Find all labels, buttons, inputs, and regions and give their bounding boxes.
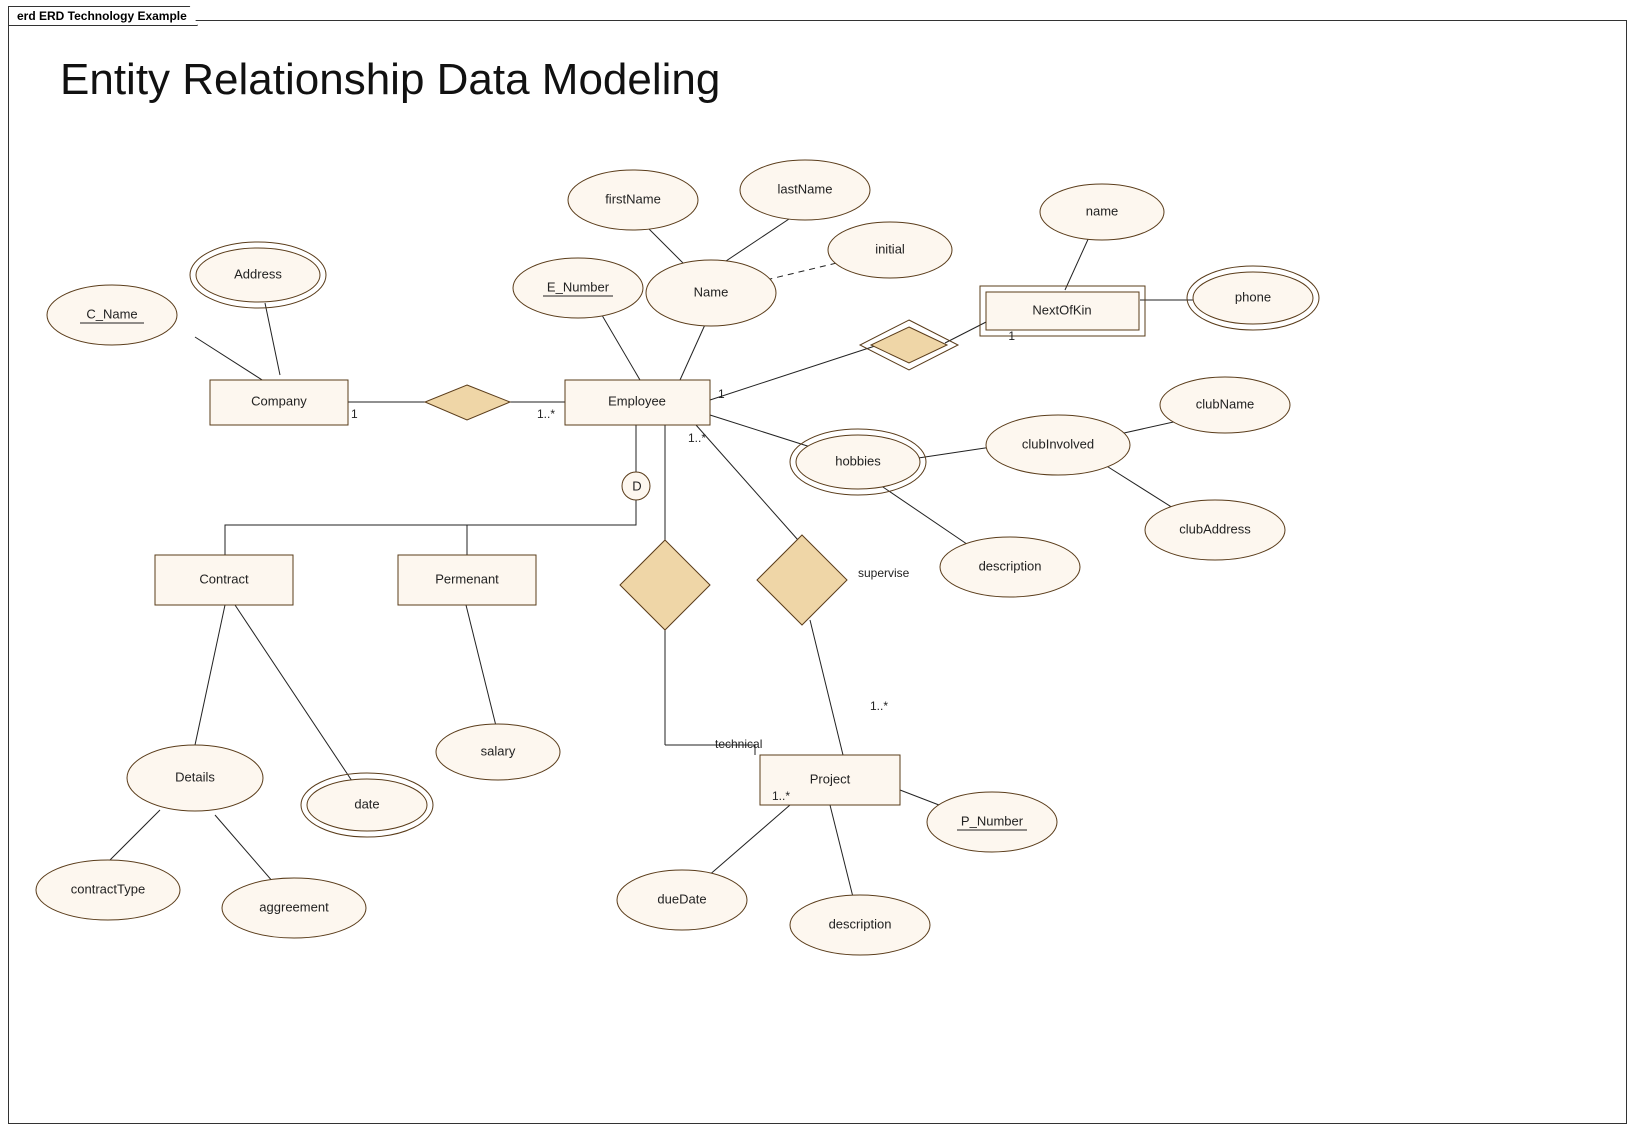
card-project-supervise: 1..* (870, 699, 888, 713)
card-nok: 1 (1008, 329, 1015, 343)
attr-aggreement-label: aggreement (259, 899, 329, 914)
disjoint-label: D (632, 478, 641, 493)
conn-emp-suprel (696, 425, 798, 540)
entity-company-label: Company (251, 393, 307, 408)
rel-supervise-label: supervise (858, 566, 910, 580)
conn-details-aggr (215, 815, 280, 890)
rel-technical-label: technical (715, 737, 762, 751)
attr-nok-phone-label: phone (1235, 289, 1271, 304)
conn-nok-name (1065, 235, 1090, 290)
attr-firstname-label: firstName (605, 191, 661, 206)
rel-emp-nok (871, 327, 947, 363)
conn-address-company (265, 303, 280, 375)
card-emp-from-company: 1..* (537, 407, 555, 421)
attr-date-label: date (354, 796, 379, 811)
erd-svg: Company C_Name Address Employee E_Number… (0, 0, 1635, 1132)
attr-cname-label: C_Name (86, 306, 137, 321)
conn-last-name (720, 215, 795, 265)
conn-emp-hobbies (710, 415, 820, 450)
attr-salary-label: salary (481, 743, 516, 758)
conn-name-emp (680, 318, 708, 380)
attr-address-label: Address (234, 266, 282, 281)
conn-emp-identrel (710, 346, 875, 400)
attr-clubname-label: clubName (1196, 396, 1255, 411)
attr-contracttype-label: contractType (71, 881, 145, 896)
rel-supervise (757, 535, 847, 625)
card-emp-to-nok: 1 (718, 387, 725, 401)
entity-project-label: Project (810, 771, 851, 786)
entity-employee-label: Employee (608, 393, 666, 408)
attr-name-label: Name (694, 284, 729, 299)
attr-project-description-label: description (829, 916, 892, 931)
entity-nextofkin-label: NextOfKin (1032, 302, 1091, 317)
rel-company-employee (425, 385, 510, 420)
conn-identrel-nok (945, 320, 990, 343)
conn-proj-desc (830, 805, 855, 905)
rel-technical (620, 540, 710, 630)
attr-hobby-description-label: description (979, 558, 1042, 573)
card-emp-to-projects: 1..* (688, 431, 706, 445)
conn-contract-details (195, 605, 225, 745)
card-company: 1 (351, 407, 358, 421)
attr-hobbies-label: hobbies (835, 453, 881, 468)
attr-nok-name-label: name (1086, 203, 1119, 218)
attr-pnumber-label: P_Number (961, 813, 1024, 828)
attr-details-label: Details (175, 769, 215, 784)
attr-clubinvolved-label: clubInvolved (1022, 436, 1094, 451)
attr-enumber-label: E_Number (547, 279, 610, 294)
conn-d-contract (225, 500, 636, 555)
card-project-technical: 1..* (772, 789, 790, 803)
conn-suprel-project (810, 620, 843, 755)
attr-clubaddress-label: clubAddress (1179, 521, 1251, 536)
attr-initial-label: initial (875, 241, 905, 256)
diagram-canvas: erd ERD Technology Example Entity Relati… (0, 0, 1635, 1132)
attr-duedate-label: dueDate (657, 891, 706, 906)
entity-permenant-label: Permenant (435, 571, 499, 586)
conn-d-permenant (467, 500, 636, 555)
attr-lastname-label: lastName (778, 181, 833, 196)
entity-contract-label: Contract (199, 571, 249, 586)
conn-cname-company (195, 337, 270, 385)
conn-details-type (110, 810, 160, 860)
conn-perm-salary (466, 605, 497, 730)
